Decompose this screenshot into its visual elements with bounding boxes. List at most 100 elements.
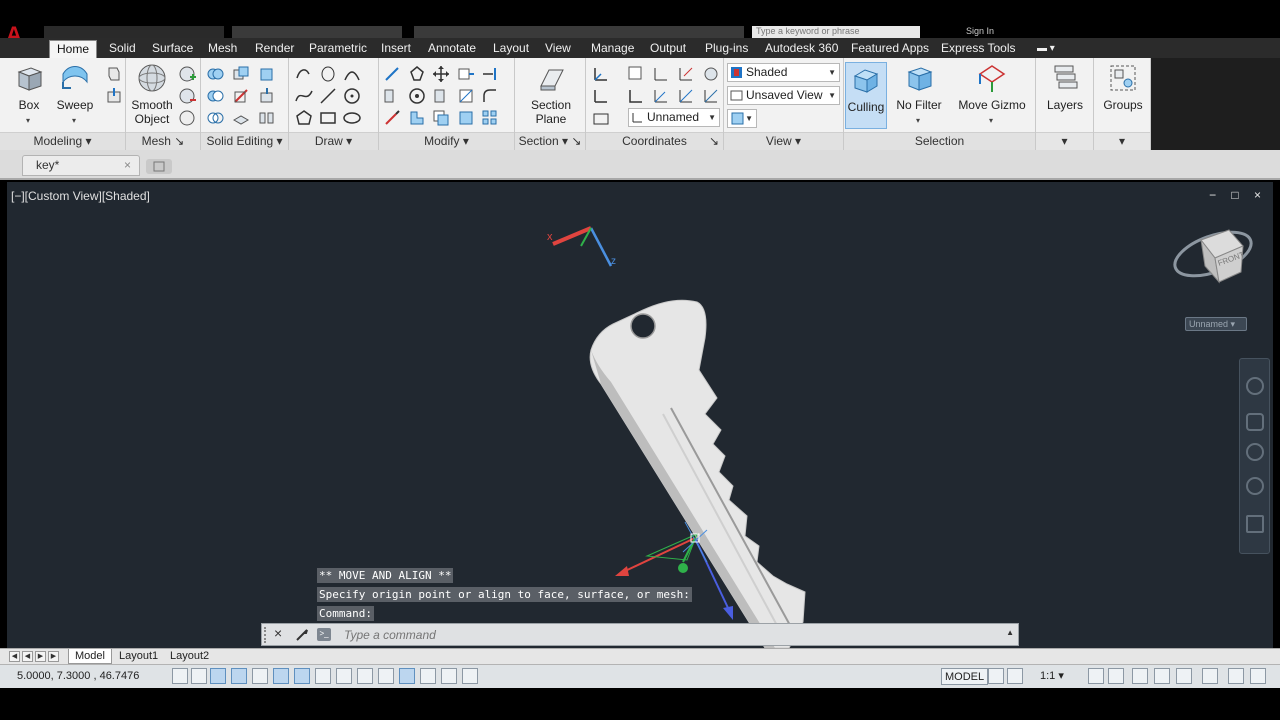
presspull-icon[interactable] [104,86,124,106]
viewport-window-controls[interactable]: − □ × [1209,188,1267,202]
ellipse-icon[interactable] [342,108,362,128]
tab-autodesk-360[interactable]: Autodesk 360 [758,40,845,58]
tab-layout[interactable]: Layout [486,40,536,58]
drawing-viewport[interactable]: x z FRONT [−][Custom View][Shaded] − □ ×… [7,182,1273,648]
offset-icon[interactable] [382,108,402,128]
panel-title-coordinates[interactable]: Coordinates ↘ [586,132,723,150]
polyline-icon[interactable] [294,64,314,84]
separate-icon[interactable] [257,108,277,128]
quick-view-layouts-icon[interactable] [988,668,1004,684]
lock-ui-icon[interactable] [1154,668,1170,684]
panel-title-solid-editing[interactable]: Solid Editing ▾ [201,132,288,150]
3d-object-snap-icon[interactable] [294,668,310,684]
arc-icon[interactable] [342,64,362,84]
section-plane-button[interactable]: Section Plane [523,62,579,126]
tab-parametric[interactable]: Parametric [302,40,374,58]
showmotion-icon[interactable] [1246,515,1264,533]
spline-icon[interactable] [294,86,314,106]
ucs-x-icon[interactable] [651,64,671,84]
new-tab-button[interactable] [146,159,172,174]
command-input[interactable] [344,626,984,644]
no-filter-button[interactable]: No Filter ▾ [894,62,944,125]
help-search-input[interactable]: Type a keyword or phrase [752,26,920,38]
groups-expand[interactable]: ▾ [1094,132,1150,150]
viewport-config-dropdown[interactable]: ▼ [727,109,757,128]
object-snap-tracking-icon[interactable] [315,668,331,684]
3d-scene[interactable]: x z FRONT [7,182,1273,648]
ucs-y-icon[interactable] [651,86,671,106]
subtract-icon[interactable] [205,86,225,106]
object-snap-icon[interactable] [273,668,289,684]
command-prompt-icon[interactable]: >_ [317,628,331,641]
copy-icon[interactable] [431,108,451,128]
orbit-icon[interactable] [1246,477,1264,495]
array-icon[interactable] [407,86,427,106]
ucs-view-icon[interactable] [626,86,646,106]
helix-icon[interactable] [318,64,338,84]
coordinate-readout[interactable]: 5.0000, 7.3000 , 46.7476 [17,670,139,682]
ucs-icon[interactable] [591,64,611,84]
dynamic-ucs-icon[interactable] [336,668,352,684]
ucs-z-axis-icon[interactable] [701,86,721,106]
join-icon[interactable] [456,86,476,106]
dynamic-input-icon[interactable] [357,668,373,684]
ucs-face-icon[interactable] [591,108,611,128]
tab-surface[interactable]: Surface [145,40,200,58]
last-layout-icon[interactable]: ▶ [48,651,59,662]
ucs-menu-badge[interactable]: Unnamed ▾ [1185,317,1247,331]
lineweight-icon[interactable] [378,668,394,684]
wrench-icon[interactable] [294,627,310,643]
zoom-extents-icon[interactable] [1246,443,1264,461]
mesh-smooth-more-icon[interactable] [177,64,197,84]
auto-scale-icon[interactable] [1108,668,1124,684]
layout-tab-model[interactable]: Model [68,649,112,664]
panel-title-draw[interactable]: Draw ▾ [289,132,378,150]
union-icon[interactable] [205,64,225,84]
extract-edges-icon[interactable] [257,64,277,84]
tab-annotate[interactable]: Annotate [421,40,483,58]
annotation-visibility-icon[interactable] [1088,668,1104,684]
interfere-icon[interactable] [231,64,251,84]
mesh-smooth-less-icon[interactable] [177,86,197,106]
chevron-up-icon[interactable]: ▲ [1006,628,1014,637]
ucs-3point-icon[interactable] [676,86,696,106]
layout-tab-layout1[interactable]: Layout1 [113,649,164,664]
next-layout-icon[interactable]: ▶ [35,651,46,662]
intersect-icon[interactable] [205,108,225,128]
layers-button[interactable]: Layers [1042,62,1088,112]
tab-view[interactable]: View [538,40,578,58]
tab-home[interactable]: Home [49,40,98,58]
layers-expand[interactable]: ▾ [1036,132,1093,150]
ribbon-minimize-toggle[interactable]: ▬ ▾ [1030,40,1062,58]
tab-insert[interactable]: Insert [374,40,418,58]
rotate-3d-icon[interactable] [407,64,427,84]
sweep-button[interactable]: Sweep ▾ [54,62,96,125]
quick-access-toolbar[interactable] [44,26,224,38]
viewcube[interactable]: FRONT [1169,223,1256,284]
command-line-grip[interactable] [264,627,268,643]
panel-title-modeling[interactable]: Modeling ▾ [0,132,125,150]
align-icon[interactable] [382,86,402,106]
viewport-controls-label[interactable]: [−][Custom View][Shaded] [11,189,150,203]
trim-icon[interactable] [456,108,476,128]
polygon-icon[interactable] [294,108,314,128]
polar-tracking-icon[interactable] [252,668,268,684]
selection-cycling-icon[interactable] [441,668,457,684]
close-icon[interactable]: × [274,625,282,641]
extend-icon[interactable] [480,64,500,84]
sign-in-button[interactable]: Sign In [966,26,994,36]
quick-view-drawings-icon[interactable] [1007,668,1023,684]
infer-constraints-icon[interactable] [172,668,188,684]
model-space-button[interactable]: MODEL [941,668,989,685]
ucs-dropdown[interactable]: Unnamed ▼ [628,108,720,127]
ucs-world-icon[interactable] [591,86,611,106]
line-icon[interactable] [318,86,338,106]
circle-icon[interactable] [342,86,362,106]
layout-tab-layout2[interactable]: Layout2 [164,649,215,664]
tab-output[interactable]: Output [643,40,693,58]
stretch-icon[interactable] [456,64,476,84]
culling-button[interactable]: Culling [845,62,887,129]
tab-featured-apps[interactable]: Featured Apps [844,40,936,58]
file-tab-key[interactable]: key* × [22,155,140,176]
fillet-icon[interactable] [480,86,500,106]
